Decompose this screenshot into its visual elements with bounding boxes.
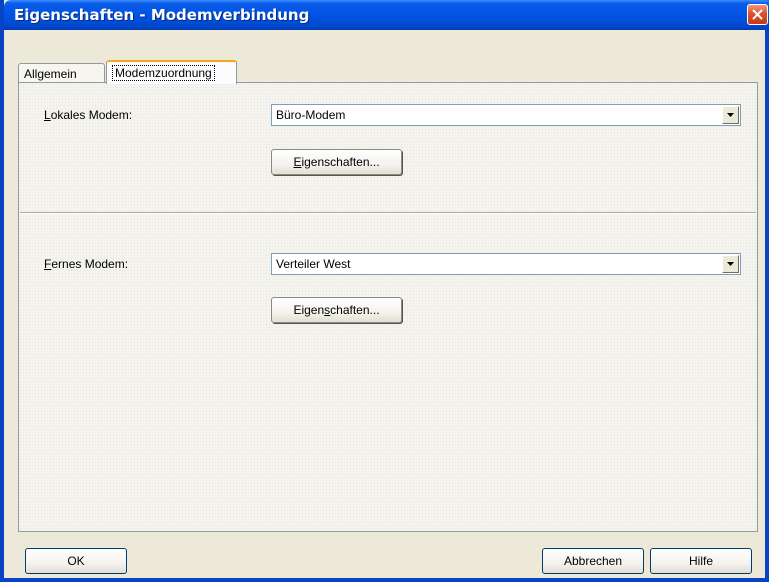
help-button[interactable]: Hilfe bbox=[650, 548, 752, 574]
tab-modemzuordnung-label: Modemzuordnung bbox=[112, 65, 215, 81]
close-button[interactable] bbox=[747, 4, 768, 25]
tab-modemzuordnung[interactable]: Modemzuordnung bbox=[106, 60, 237, 84]
local-modem-value: Büro-Modem bbox=[276, 108, 346, 122]
window-title: Eigenschaften - Modemverbindung bbox=[14, 6, 310, 24]
local-modem-properties-button[interactable]: Eigenschaften... bbox=[271, 149, 402, 175]
remote-modem-select[interactable]: Verteiler West bbox=[271, 253, 741, 275]
local-modem-label: Lokales Modem: bbox=[44, 108, 132, 122]
ok-button[interactable]: OK bbox=[25, 548, 127, 574]
section-divider bbox=[20, 212, 756, 214]
remote-modem-label-text: ernes Modem: bbox=[51, 257, 129, 271]
cancel-button[interactable]: Abbrechen bbox=[542, 548, 644, 574]
tab-panel: Lokales Modem: Büro-Modem Eigenschaften.… bbox=[18, 82, 758, 532]
remote-modem-value: Verteiler West bbox=[276, 257, 351, 271]
local-properties-label-post: igenschaften... bbox=[301, 155, 380, 169]
dialog-window: Eigenschaften - Modemverbindung Allgemei… bbox=[0, 0, 769, 582]
remote-properties-label-post: chaften... bbox=[330, 303, 380, 317]
title-bar[interactable]: Eigenschaften - Modemverbindung bbox=[4, 0, 769, 30]
local-modem-dropdown-button[interactable] bbox=[722, 106, 739, 124]
close-icon bbox=[752, 9, 763, 20]
remote-modem-label: Fernes Modem: bbox=[44, 257, 128, 271]
remote-modem-properties-button[interactable]: Eigenschaften... bbox=[271, 297, 402, 323]
cancel-button-label: Abbrechen bbox=[563, 554, 623, 568]
tab-allgemein-label: Allgemein bbox=[24, 67, 77, 81]
local-modem-select[interactable]: Büro-Modem bbox=[271, 104, 741, 126]
remote-properties-label-pre: Eigen bbox=[293, 303, 325, 317]
tab-allgemein[interactable]: Allgemein bbox=[18, 63, 105, 83]
help-button-label: Hilfe bbox=[688, 554, 713, 568]
remote-modem-dropdown-button[interactable] bbox=[722, 255, 739, 273]
local-modem-label-accel: L bbox=[44, 108, 51, 122]
chevron-down-icon bbox=[727, 262, 734, 266]
local-modem-label-text: okales Modem: bbox=[50, 108, 133, 122]
ok-button-label: OK bbox=[67, 554, 85, 568]
chevron-down-icon bbox=[727, 113, 734, 117]
